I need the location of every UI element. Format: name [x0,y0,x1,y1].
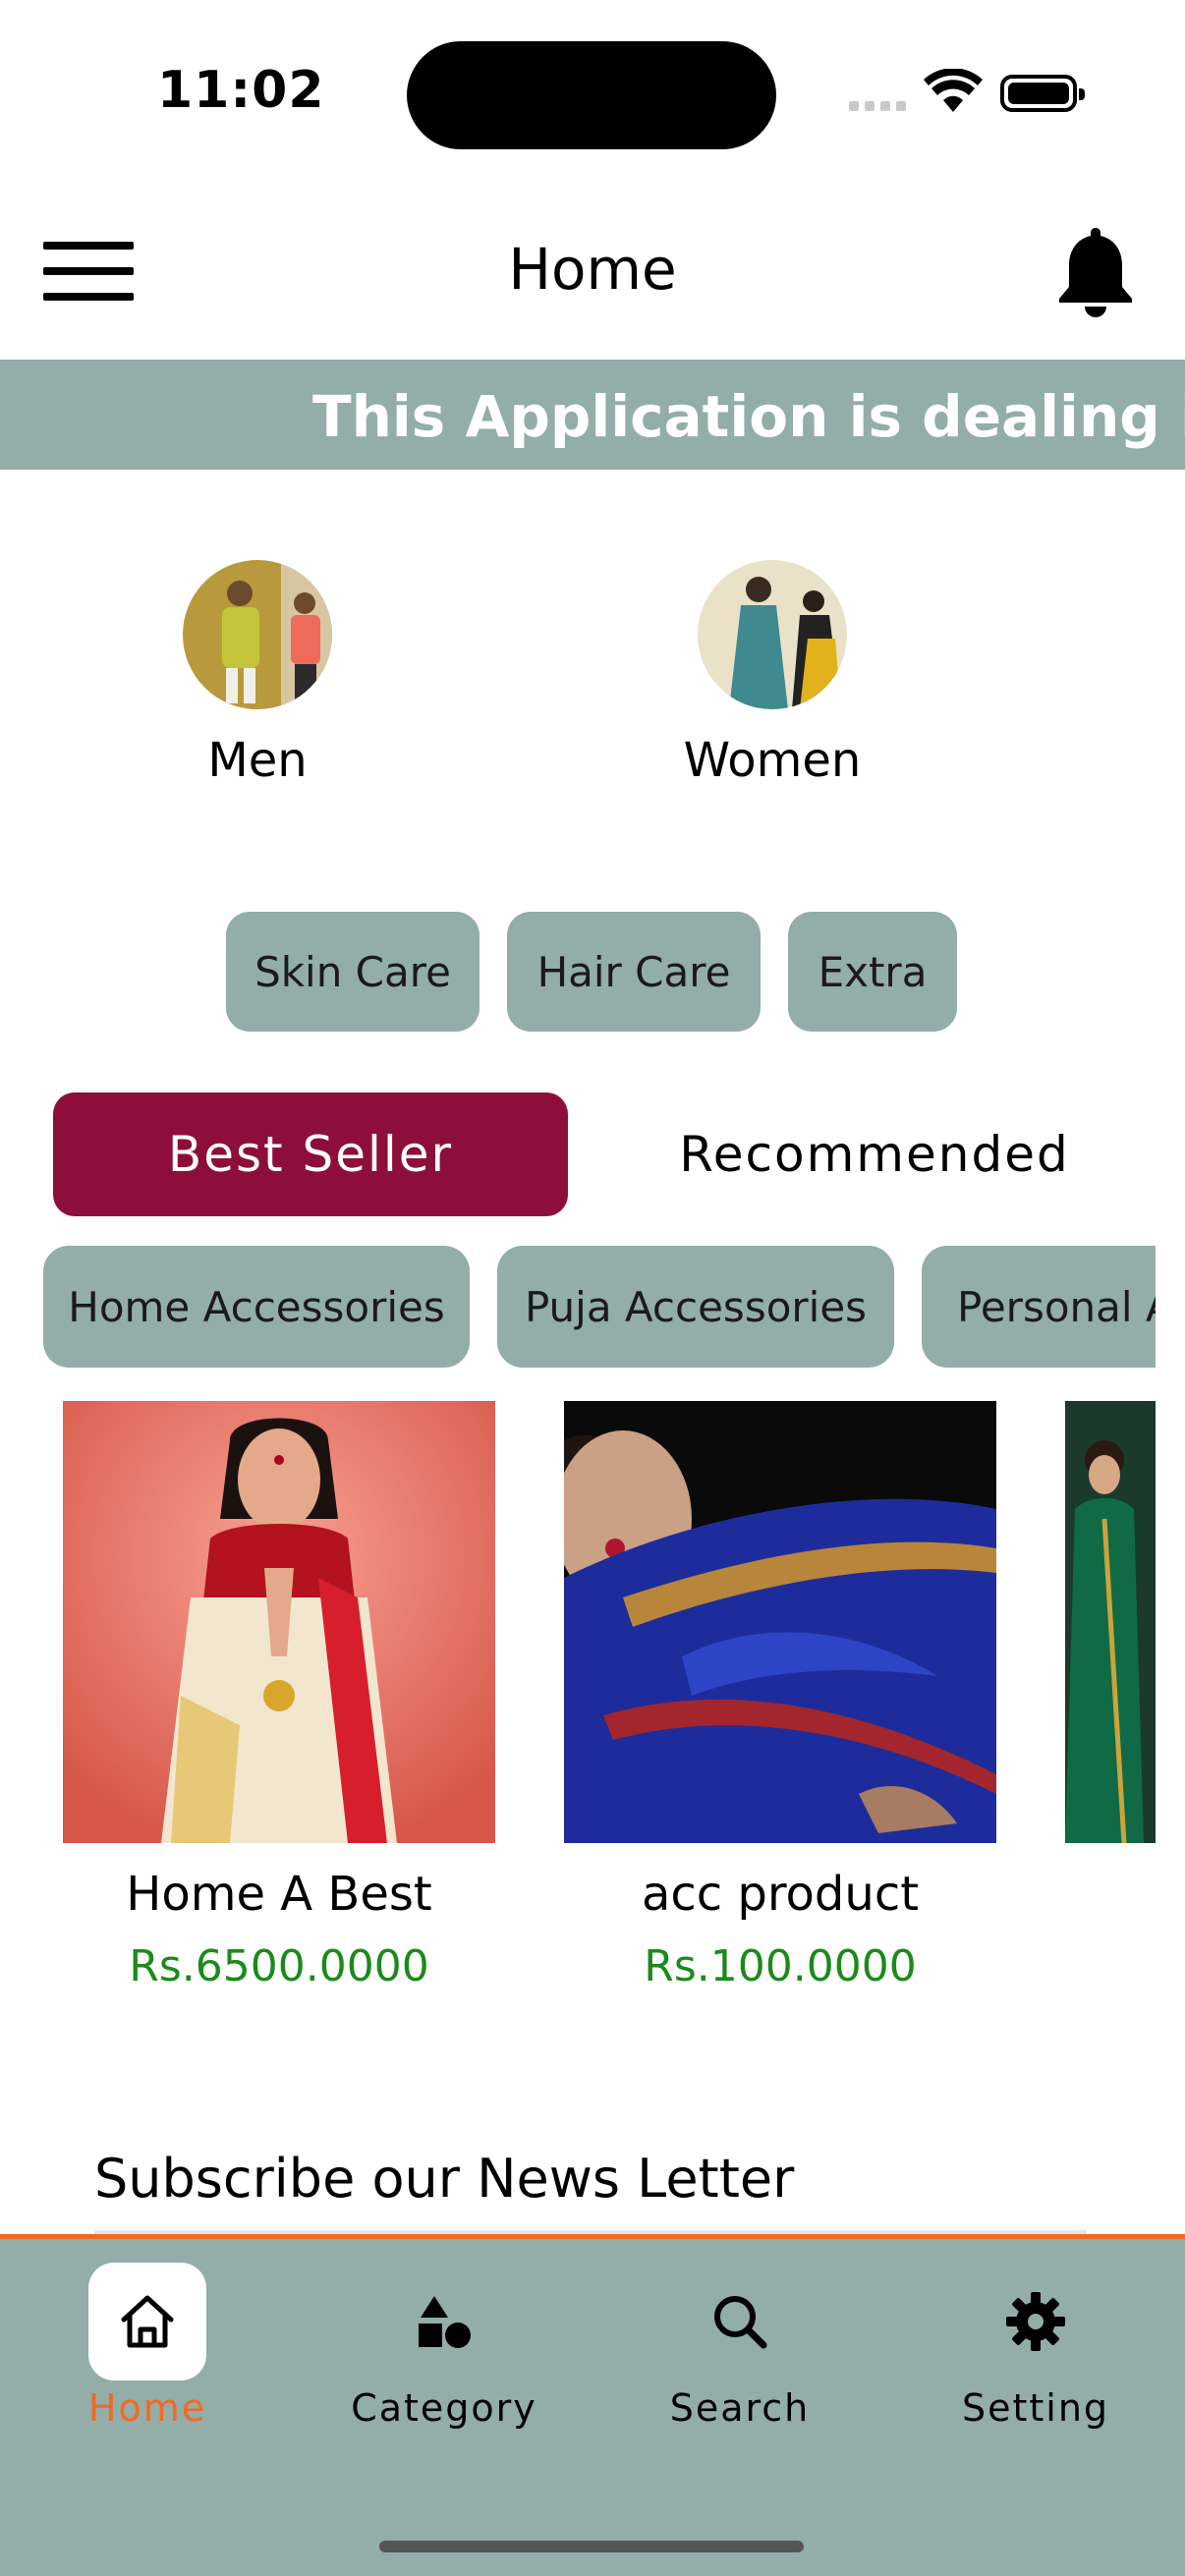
search-icon [681,2263,799,2380]
product-price: Rs.100.0000 [644,1941,917,1991]
chip-hair-care[interactable]: Hair Care [507,912,761,1032]
product-card[interactable]: a [1065,1401,1156,1941]
bell-icon[interactable] [1051,222,1140,320]
women-avatar [698,560,847,709]
product-carousel[interactable]: Home A Best Rs.6500.0000 acc product Rs.… [0,1401,1156,2030]
nav-home[interactable]: Home [39,2263,255,2430]
men-avatar [183,560,332,709]
tab-recommended[interactable]: Recommended [629,1092,1120,1216]
announcement-marquee: This Application is dealing in [0,360,1185,470]
gender-men[interactable]: Men [130,560,385,788]
tab-best-seller[interactable]: Best Seller [53,1092,568,1216]
newsletter-title: Subscribe our News Letter [94,2148,795,2210]
wifi-icon [924,69,983,112]
page-title: Home [508,236,677,303]
nav-label: Home [87,2386,207,2430]
gear-icon [977,2263,1095,2380]
nav-label: Search [669,2386,811,2430]
cellular-signal-icon [849,101,906,111]
category-home-accessories[interactable]: Home Accessories [43,1246,470,1368]
dynamic-island [407,41,776,149]
product-card[interactable]: Home A Best Rs.6500.0000 [63,1401,495,1991]
product-name: acc product [641,1867,920,1922]
nav-label: Setting [961,2386,1110,2430]
gender-women[interactable]: Women [645,560,900,788]
marquee-text: This Application is dealing in [312,383,1185,450]
category-strip[interactable]: Home Accessories Puja Accessories Person… [43,1246,1156,1368]
chip-extra[interactable]: Extra [788,912,957,1032]
battery-icon [1000,75,1085,112]
nav-label: Category [351,2386,537,2430]
product-name: a [1065,1867,1156,1922]
category-personal-accessories[interactable]: Personal A [922,1246,1156,1368]
nav-setting[interactable]: Setting [928,2263,1144,2430]
nav-search[interactable]: Search [632,2263,848,2430]
chip-skin-care[interactable]: Skin Care [226,912,480,1032]
status-time: 11:02 [157,61,325,120]
home-indicator[interactable] [379,2541,804,2552]
home-icon [88,2263,206,2380]
gender-label: Men [207,733,308,788]
product-image [1065,1401,1156,1843]
product-card[interactable]: acc product Rs.100.0000 [564,1401,996,1991]
product-price: Rs.6500.0000 [129,1941,429,1991]
bottom-nav: Home Category Search Setting [0,2234,1185,2576]
product-image [564,1401,996,1843]
shapes-icon [385,2263,503,2380]
nav-category[interactable]: Category [336,2263,552,2430]
product-image [63,1401,495,1843]
product-name: Home A Best [126,1867,432,1922]
gender-label: Women [683,733,862,788]
category-puja-accessories[interactable]: Puja Accessories [497,1246,894,1368]
